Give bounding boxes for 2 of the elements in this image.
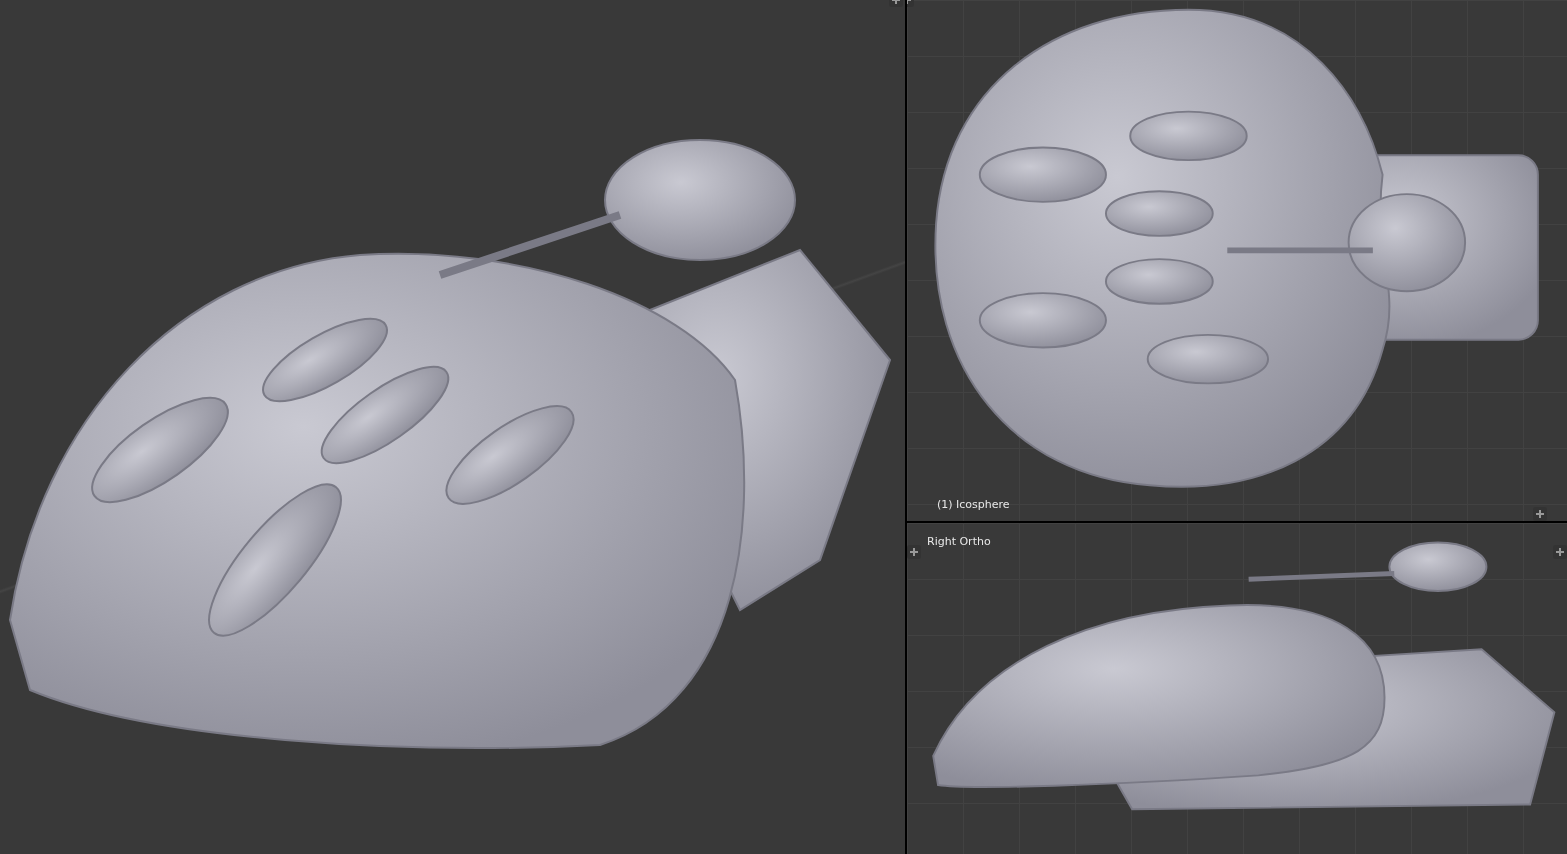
- object-label: (1) Icosphere: [937, 496, 1010, 513]
- view-label: Right Ortho: [927, 534, 991, 550]
